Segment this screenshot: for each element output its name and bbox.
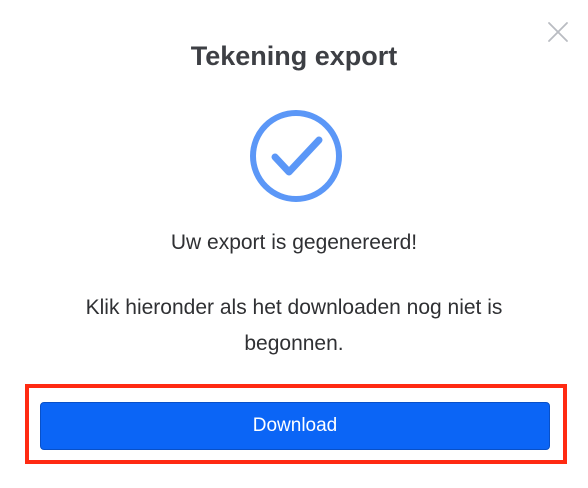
download-instruction: Klik hieronder als het downloaden nog ni… <box>85 296 503 355</box>
download-button[interactable]: Download <box>40 402 550 450</box>
check-circle-icon <box>248 108 344 204</box>
export-success-message: Uw export is gegenereerd! <box>170 231 418 254</box>
dialog-title: Tekening export <box>190 41 398 71</box>
export-dialog: Tekening export Uw export is gegenereerd… <box>0 0 588 488</box>
